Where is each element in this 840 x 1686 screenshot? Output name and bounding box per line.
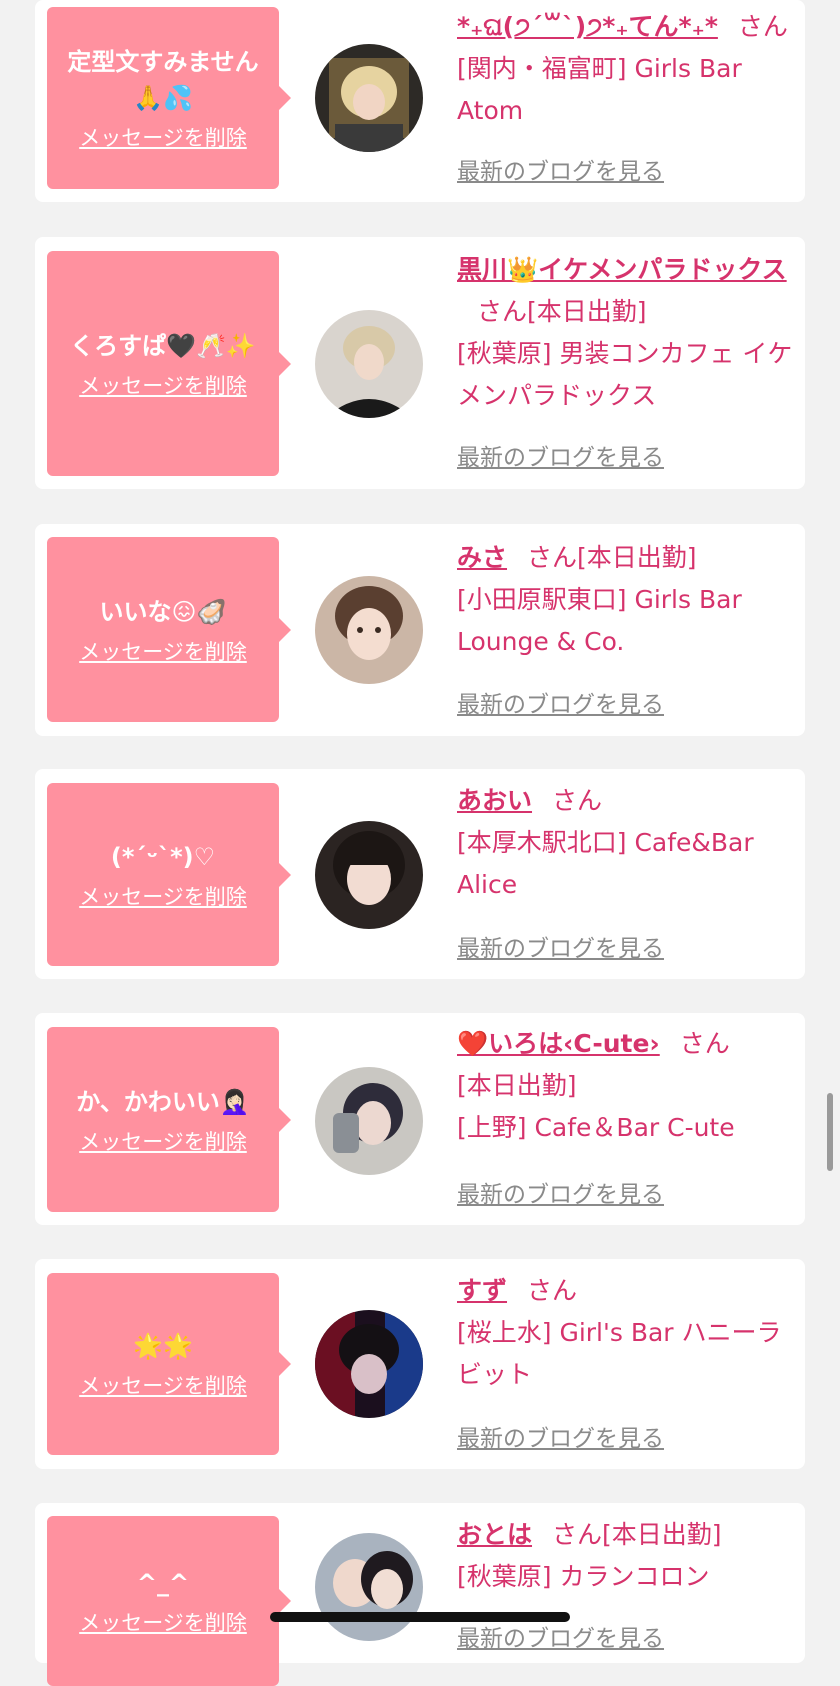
message-text: くろすぱ🖤🥂✨ [70,331,256,360]
message-text: いいな😖🦪 [99,597,227,626]
honorific: さん [477,297,528,326]
scrollbar[interactable] [827,1093,833,1171]
message-bubble: いいな😖🦪 メッセージを削除 [47,537,291,722]
cast-name-link[interactable]: すず [457,1276,507,1305]
status-label: [本日出勤] [527,297,647,326]
cast-name-link[interactable]: あおい [457,786,532,815]
latest-blog-link[interactable]: 最新のブログを見る [457,152,664,186]
message-bubble: くろすぱ🖤🥂✨ メッセージを削除 [47,251,291,476]
favorite-card: か、かわいい🤦🏻‍♀️ メッセージを削除 ❤️いろは‹C-ute› さん [本日出… [35,1013,805,1225]
avatar-photo-iroha-icon [315,1067,423,1175]
cast-name-link[interactable]: おとは [457,1520,532,1549]
shop-name: [秋葉原] カランコロン [457,1562,710,1591]
avatar-photo-otoha-icon [315,1533,423,1641]
latest-blog-link[interactable]: 最新のブログを見る [457,1619,664,1653]
delete-message-link[interactable]: メッセージを削除 [79,1126,247,1156]
status-label: [本日出勤] [577,543,697,572]
avatar[interactable] [315,821,423,929]
avatar-photo-aoi-icon [315,821,423,929]
message-bubble: 🌟🌟 メッセージを削除 [47,1273,291,1455]
cast-name-link[interactable]: みさ [457,543,507,572]
shop-name: [本厚木駅北口] Cafe&Bar Alice [457,828,754,899]
shop-name: [桜上水] Girl's Bar ハニーラビット [457,1318,782,1389]
latest-blog-link[interactable]: 最新のブログを見る [457,1175,664,1209]
message-text: 🌟🌟 [133,1332,193,1360]
favorite-card: 🌟🌟 メッセージを削除 すず さん [桜上水] Girl's Bar ハニーラビッ… [35,1259,805,1469]
status-label: [本日出勤] [602,1520,722,1549]
avatar[interactable] [315,576,423,684]
message-bubble: ^_^ メッセージを削除 [47,1516,291,1686]
latest-blog-link[interactable]: 最新のブログを見る [457,929,664,963]
cast-info: すず さん [桜上水] Girl's Bar ハニーラビット [457,1270,802,1396]
message-text: か、かわいい🤦🏻‍♀️ [76,1087,250,1116]
shop-name: [小田原駅東口] Girls Bar Lounge & Co. [457,585,742,656]
delete-message-link[interactable]: メッセージを削除 [79,122,247,152]
honorific: さん [737,12,788,41]
avatar-photo-suzu-icon [315,1310,423,1418]
cast-info: みさ さん[本日出勤] [小田原駅東口] Girls Bar Lounge & C… [457,537,802,663]
delete-message-link[interactable]: メッセージを削除 [79,370,247,400]
latest-blog-link[interactable]: 最新のブログを見る [457,438,664,472]
cast-info: 黒川👑イケメンパラドックスさん[本日出勤] [秋葉原] 男装コンカフェ イケメン… [457,249,802,417]
delete-message-link[interactable]: メッセージを削除 [79,1607,247,1637]
avatar-photo-ikemen-icon [315,310,423,418]
delete-message-link[interactable]: メッセージを削除 [79,881,247,911]
cast-name-link[interactable]: ❤️いろは‹C-ute› [457,1029,660,1058]
message-text: 定型文すみません🙏💦 [67,48,259,112]
honorific: さん [527,1276,578,1305]
favorite-card: 定型文すみません🙏💦 メッセージを削除 *₊ଘ(੭ˊ꒳ˋ)੭*₊てん*₊* さん … [35,0,805,202]
delete-message-link[interactable]: メッセージを削除 [79,1370,247,1400]
status-label: [本日出勤] [457,1071,577,1100]
favorite-card: くろすぱ🖤🥂✨ メッセージを削除 黒川👑イケメンパラドックスさん[本日出勤] [… [35,237,805,489]
latest-blog-link[interactable]: 最新のブログを見る [457,685,664,719]
honorific: さん [527,543,578,572]
cast-name-link[interactable]: *₊ଘ(੭ˊ꒳ˋ)੭*₊てん*₊* [457,12,718,41]
avatar-photo-misa-icon [315,576,423,684]
cast-info: ❤️いろは‹C-ute› さん [本日出勤] [上野] Cafe＆Bar C-ut… [457,1023,802,1149]
favorite-card: ^_^ メッセージを削除 おとは さん[本日出勤] [秋葉原] カランコロン 最新… [35,1503,805,1686]
honorific: さん [552,1520,603,1549]
avatar[interactable] [315,1310,423,1418]
avatar[interactable] [315,310,423,418]
shop-name: [関内・福富町] Girls Bar Atom [457,54,742,125]
message-bubble: (*ˊᵕˋ*)♡ メッセージを削除 [47,783,291,966]
avatar[interactable] [315,44,423,152]
shop-name: [上野] Cafe＆Bar C-ute [457,1113,735,1142]
latest-blog-link[interactable]: 最新のブログを見る [457,1419,664,1453]
avatar[interactable] [315,1533,423,1641]
honorific: さん [679,1029,730,1058]
cast-info: *₊ଘ(੭ˊ꒳ˋ)੭*₊てん*₊* さん [関内・福富町] Girls Bar A… [457,6,802,132]
avatar[interactable] [315,1067,423,1175]
honorific: さん [552,786,603,815]
cast-info: おとは さん[本日出勤] [秋葉原] カランコロン [457,1514,802,1598]
favorite-card: いいな😖🦪 メッセージを削除 みさ さん[本日出勤] [小田原駅東口] Girls… [35,524,805,736]
cast-name-link[interactable]: 黒川👑イケメンパラドックス [457,255,787,284]
message-bubble: 定型文すみません🙏💦 メッセージを削除 [47,7,291,189]
favorite-card: (*ˊᵕˋ*)♡ メッセージを削除 あおい さん [本厚木駅北口] Cafe&Ba… [35,769,805,979]
cast-info: あおい さん [本厚木駅北口] Cafe&Bar Alice [457,780,802,906]
shop-name: [秋葉原] 男装コンカフェ イケメンパラドックス [457,339,793,410]
message-text: ^_^ [136,1569,190,1597]
message-bubble: か、かわいい🤦🏻‍♀️ メッセージを削除 [47,1027,291,1212]
delete-message-link[interactable]: メッセージを削除 [79,636,247,666]
home-indicator [270,1612,570,1622]
avatar-photo-blonde-girl-icon [315,44,423,152]
message-text: (*ˊᵕˋ*)♡ [110,842,216,871]
